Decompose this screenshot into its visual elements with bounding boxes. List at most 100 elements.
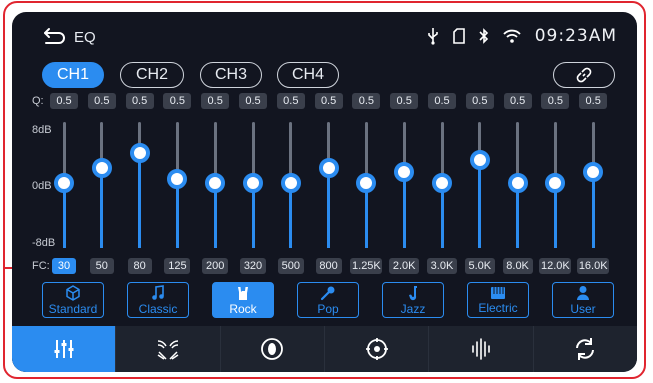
eq-slider-knob[interactable] [280, 173, 301, 193]
frequency-button[interactable]: 200 [202, 258, 229, 274]
page-title: EQ [74, 29, 96, 46]
q-value-box[interactable]: 0.5 [125, 93, 154, 109]
frequency-button[interactable]: 8.0K [502, 258, 533, 274]
nav-speaker[interactable] [221, 326, 325, 372]
eq-slider-knob[interactable] [356, 173, 377, 193]
nav-balance[interactable] [325, 326, 430, 372]
eq-slider-knob[interactable] [167, 169, 188, 190]
nav-equalizer[interactable] [12, 326, 117, 372]
music-note-icon [152, 284, 164, 300]
eq-slider-fill [100, 167, 104, 248]
frequency-button[interactable]: 5.0K [464, 258, 495, 274]
preset-label: User [570, 301, 596, 316]
link-icon [576, 67, 592, 83]
q-label: Q: [32, 95, 44, 107]
nav-sound-field[interactable] [116, 326, 221, 372]
preset-standard[interactable]: Standard [42, 282, 104, 318]
speaker-icon [261, 338, 284, 360]
preset-jazz[interactable]: Jazz [382, 282, 444, 318]
fc-label: FC: [32, 260, 50, 272]
eq-slider-knob[interactable] [318, 157, 339, 178]
q-value-box[interactable]: 0.5 [276, 93, 305, 109]
frequency-button[interactable]: 50 [89, 258, 114, 274]
q-value-box[interactable]: 0.5 [541, 93, 570, 109]
eq-slider-knob[interactable] [205, 173, 226, 193]
preset-rock[interactable]: Rock [212, 282, 274, 318]
waveform-icon [472, 338, 490, 360]
link-channels-button[interactable] [553, 62, 615, 88]
q-value-box[interactable]: 0.5 [87, 93, 116, 109]
tab-ch1[interactable]: CH1 [42, 62, 104, 88]
frequency-button[interactable]: 125 [164, 258, 191, 274]
preset-classic[interactable]: Classic [127, 282, 189, 318]
rock-hand-icon [238, 286, 248, 300]
status-bar: 09:23AM [427, 26, 617, 46]
balance-target-icon [365, 338, 388, 360]
tab-ch4[interactable]: CH4 [277, 62, 339, 88]
frequency-button[interactable]: 2.0K [389, 258, 420, 274]
preset-label: Pop [317, 301, 339, 316]
eq-slider-knob[interactable] [545, 173, 566, 193]
tab-ch3[interactable]: CH3 [200, 62, 262, 88]
eq-slider-knob[interactable] [54, 173, 74, 193]
wifi-icon [503, 29, 521, 43]
preset-user[interactable]: User [552, 282, 614, 318]
preset-label: Classic [138, 301, 178, 316]
bluetooth-icon [479, 28, 488, 44]
eq-slider-knob[interactable] [394, 161, 415, 182]
sd-card-icon [452, 28, 465, 44]
reset-refresh-icon [576, 338, 595, 360]
frequency-button[interactable]: 500 [277, 258, 304, 274]
equalizer-sliders-icon [54, 340, 74, 358]
eq-slider-knob[interactable] [432, 173, 452, 193]
frequency-button[interactable]: 30 [52, 258, 76, 274]
eq-slider-fill [591, 171, 595, 248]
q-value-box[interactable]: 0.5 [579, 93, 608, 109]
cube-icon [66, 284, 80, 301]
frequency-button[interactable]: 12.0K [539, 258, 572, 274]
preset-label: Rock [229, 301, 257, 316]
db-label-mid: 0dB [32, 180, 52, 192]
q-value-box[interactable]: 0.5 [428, 93, 456, 109]
eq-slider-knob[interactable] [507, 173, 528, 193]
q-value-box[interactable]: 0.5 [465, 93, 494, 109]
eq-slider-knob[interactable] [243, 173, 263, 193]
q-value-box[interactable]: 0.5 [314, 93, 343, 109]
q-value-box[interactable]: 0.5 [390, 93, 419, 109]
eq-slider-fill [138, 152, 142, 248]
q-value-box[interactable]: 0.5 [239, 93, 267, 109]
back-arrow-icon[interactable] [42, 25, 68, 45]
frequency-button[interactable]: 16.0K [577, 258, 610, 274]
eq-slider-knob[interactable] [129, 142, 150, 163]
frequency-button[interactable]: 320 [240, 258, 266, 274]
q-value-box[interactable]: 0.5 [50, 93, 78, 109]
eq-slider-knob[interactable] [91, 157, 112, 178]
preset-electric[interactable]: Electric [467, 282, 529, 318]
microphone-icon [320, 286, 335, 300]
q-value-box[interactable]: 0.5 [352, 93, 381, 109]
frequency-button[interactable]: 3.0K [427, 258, 457, 274]
tab-label: CH3 [214, 66, 247, 83]
eq-slider-fill [175, 179, 179, 248]
eq-slider-fill [478, 160, 482, 248]
frequency-button[interactable]: 1.25K [350, 258, 383, 274]
eq-slider-fill [327, 167, 331, 248]
frequency-button[interactable]: 800 [315, 258, 342, 274]
tab-label: CH2 [135, 66, 168, 83]
preset-label: Electric [478, 300, 518, 315]
q-value-box[interactable]: 0.5 [201, 93, 230, 109]
q-value-box[interactable]: 0.5 [503, 93, 532, 109]
saxophone-icon [409, 285, 417, 300]
frequency-button[interactable]: 80 [127, 258, 152, 274]
db-label-top: 8dB [32, 124, 52, 136]
eq-slider-knob[interactable] [469, 150, 490, 171]
screen: EQ 09:23AM CH1 CH2 CH3 CH4 Q: 0.5 0.5 0.5 0… [12, 12, 637, 372]
keyboard-icon [491, 286, 505, 299]
preset-pop[interactable]: Pop [297, 282, 359, 318]
preset-label: Jazz [400, 301, 426, 316]
nav-reset[interactable] [534, 326, 637, 372]
tab-ch2[interactable]: CH2 [120, 62, 184, 88]
eq-slider-knob[interactable] [583, 161, 604, 182]
nav-waveform[interactable] [429, 326, 534, 372]
q-value-box[interactable]: 0.5 [163, 93, 192, 109]
